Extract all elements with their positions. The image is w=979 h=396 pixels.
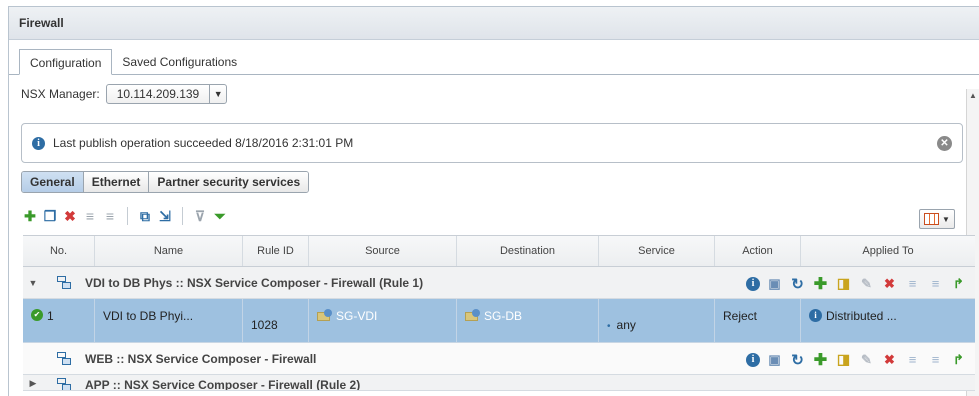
nsx-manager-row: NSX Manager: 10.114.209.139 ▼ xyxy=(21,83,228,105)
check-icon: ✔ xyxy=(31,309,43,321)
tab-saved-configurations[interactable]: Saved Configurations xyxy=(112,49,247,75)
grid-icon xyxy=(924,213,940,225)
add-section-icon[interactable]: ⧉ xyxy=(136,207,154,225)
section-icon xyxy=(57,351,73,366)
publish-info-banner: i Last publish operation succeeded 8/18/… xyxy=(21,123,963,163)
tab-ethernet[interactable]: Ethernet xyxy=(83,172,150,192)
move-down-icon[interactable]: ≡ xyxy=(927,351,944,368)
section-title: APP :: NSX Service Composer - Firewall (… xyxy=(85,378,361,391)
section-actions: i ▣ ↻ ✚ ◨ ✎ ✖ ≡ ≡ ↱ xyxy=(746,351,967,369)
column-header-name[interactable]: Name xyxy=(95,236,243,266)
move-up-icon[interactable]: ≡ xyxy=(904,351,921,368)
source-value: SG-VDI xyxy=(336,309,378,323)
rule-service-cell[interactable]: • any xyxy=(599,299,715,342)
rule-no-cell: ✔ 1 xyxy=(23,299,95,342)
rule-source-cell[interactable]: SG-VDI xyxy=(309,299,457,342)
edit-icon[interactable]: ✎ xyxy=(858,275,875,292)
security-group-icon xyxy=(465,309,481,321)
move-up-icon[interactable]: ≡ xyxy=(904,275,921,292)
column-chooser-button[interactable]: ▼ xyxy=(919,209,955,229)
info-icon: i xyxy=(809,309,822,322)
column-header-applied-to[interactable]: Applied To xyxy=(801,236,975,266)
expand-caret-icon[interactable]: ▶ xyxy=(23,378,43,389)
publish-info-text: Last publish operation succeeded 8/18/20… xyxy=(53,136,354,150)
security-group-icon xyxy=(317,309,333,321)
rule-id-cell: 1028 xyxy=(243,299,309,342)
collapse-caret-icon[interactable]: ▼ xyxy=(23,278,43,288)
rule-type-tabs: General Ethernet Partner security servic… xyxy=(21,171,310,193)
tab-configuration[interactable]: Configuration xyxy=(19,49,113,75)
nsx-manager-label: NSX Manager: xyxy=(21,87,100,101)
toolbar-divider xyxy=(182,207,183,225)
rule-applied-to-cell[interactable]: i Distributed ... xyxy=(801,299,975,342)
rule-no: 1 xyxy=(47,309,54,323)
section-info-icon[interactable]: i xyxy=(746,276,760,291)
add-icon[interactable]: ✚ xyxy=(812,275,829,293)
delete-icon[interactable]: ✖ xyxy=(881,275,898,292)
close-icon[interactable]: ✕ xyxy=(937,136,952,151)
section-title: VDI to DB Phys :: NSX Service Composer -… xyxy=(85,275,424,290)
filter-icon[interactable]: ⏷ xyxy=(211,207,229,225)
column-header-destination[interactable]: Destination xyxy=(457,236,599,266)
nsx-manager-select[interactable]: 10.114.209.139 ▼ xyxy=(105,84,228,104)
section-row[interactable]: ▶ APP :: NSX Service Composer - Firewall… xyxy=(23,375,975,391)
bullet-icon: • xyxy=(607,321,611,332)
refresh-icon[interactable]: ↻ xyxy=(789,275,806,293)
section-icon xyxy=(57,378,73,390)
info-icon: i xyxy=(32,136,45,150)
delete-icon[interactable]: ✖ xyxy=(881,351,898,368)
merge-icon[interactable]: ↱ xyxy=(950,351,967,368)
applied-to-value: Distributed ... xyxy=(826,309,897,323)
move-down-icon[interactable]: ≡ xyxy=(927,275,944,292)
add-rule-icon[interactable]: ✚ xyxy=(21,207,39,225)
rules-table: No. Name Rule ID Source Destination Serv… xyxy=(23,235,975,391)
destination-value: SG-DB xyxy=(484,309,523,323)
rule-name-cell[interactable]: VDI to DB Phyi... xyxy=(95,299,243,342)
add-icon[interactable]: ✚ xyxy=(812,351,829,369)
clear-filter-icon[interactable]: ⊽ xyxy=(191,207,209,225)
tab-partner-security-services[interactable]: Partner security services xyxy=(149,172,309,192)
move-up-icon[interactable]: ≡ xyxy=(81,207,99,225)
tab-divider xyxy=(9,74,979,75)
table-header: No. Name Rule ID Source Destination Serv… xyxy=(23,235,975,267)
tab-general[interactable]: General xyxy=(22,172,84,192)
section-row[interactable]: WEB :: NSX Service Composer - Firewall i… xyxy=(23,343,975,375)
copy-rule-icon[interactable]: ❐ xyxy=(41,207,59,225)
rule-action-cell[interactable]: Reject xyxy=(715,299,801,342)
delete-rule-icon[interactable]: ✖ xyxy=(61,207,79,225)
export-icon[interactable]: ⇲ xyxy=(156,207,174,225)
section-info-icon[interactable]: i xyxy=(746,352,760,367)
save-icon[interactable]: ▣ xyxy=(766,351,783,368)
merge-icon[interactable]: ↱ xyxy=(950,275,967,292)
chevron-down-icon: ▼ xyxy=(942,214,950,224)
panel-title: Firewall xyxy=(9,7,979,40)
move-down-icon[interactable]: ≡ xyxy=(101,207,119,225)
rule-destination-cell[interactable]: SG-DB xyxy=(457,299,599,342)
rule-toolbar: ✚ ❐ ✖ ≡ ≡ ⧉ ⇲ ⊽ ⏷ xyxy=(21,205,229,227)
section-row[interactable]: ▼ VDI to DB Phys :: NSX Service Composer… xyxy=(23,267,975,299)
add-section-icon[interactable]: ◨ xyxy=(835,351,852,368)
nsx-manager-value: 10.114.209.139 xyxy=(107,85,211,103)
add-section-icon[interactable]: ◨ xyxy=(835,275,852,292)
section-title: WEB :: NSX Service Composer - Firewall xyxy=(85,351,317,366)
scroll-up-icon[interactable]: ▲ xyxy=(969,91,977,100)
toolbar-divider xyxy=(127,207,128,225)
firewall-panel: Firewall Configuration Saved Configurati… xyxy=(8,6,979,396)
chevron-down-icon: ▼ xyxy=(213,89,223,99)
column-header-action[interactable]: Action xyxy=(715,236,801,266)
column-header-no[interactable]: No. xyxy=(23,236,95,266)
column-header-service[interactable]: Service xyxy=(599,236,715,266)
edit-icon[interactable]: ✎ xyxy=(858,351,875,368)
service-value: any xyxy=(616,318,636,332)
column-header-source[interactable]: Source xyxy=(309,236,457,266)
column-header-rule-id[interactable]: Rule ID xyxy=(243,236,309,266)
main-tabs: Configuration Saved Configurations xyxy=(19,49,247,75)
section-icon xyxy=(57,275,73,290)
save-icon[interactable]: ▣ xyxy=(766,275,783,292)
section-actions: i ▣ ↻ ✚ ◨ ✎ ✖ ≡ ≡ ↱ xyxy=(746,275,967,293)
table-row[interactable]: ✔ 1 VDI to DB Phyi... 1028 SG-VDI SG-DB … xyxy=(23,299,975,343)
refresh-icon[interactable]: ↻ xyxy=(789,351,806,369)
